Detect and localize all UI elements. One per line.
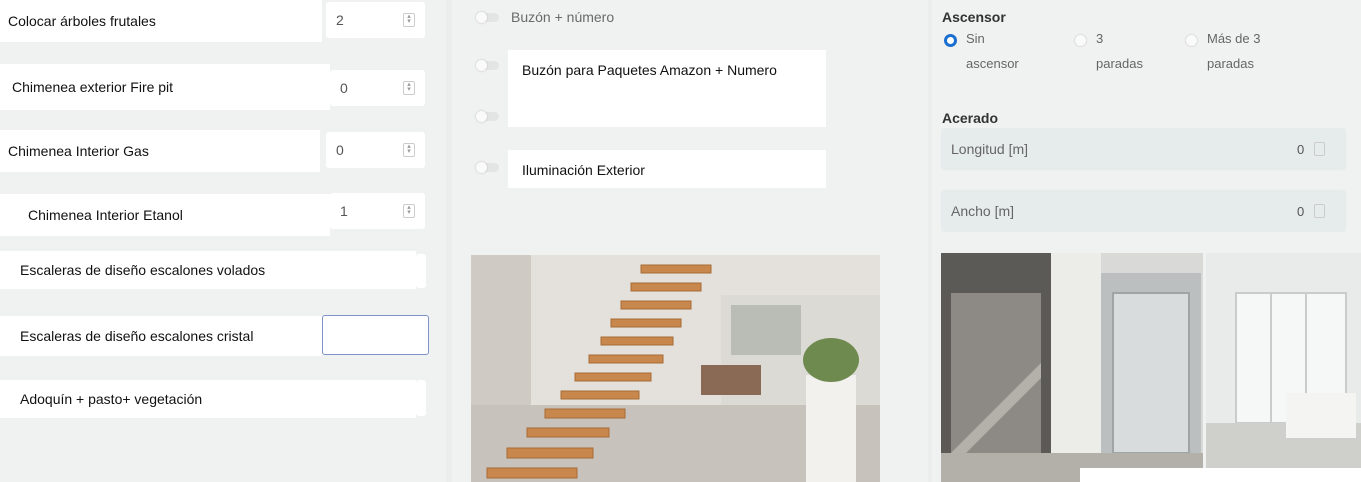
acerado-heading: Acerado xyxy=(942,110,999,126)
iluminacion-toggle[interactable] xyxy=(476,162,499,173)
stepper-arrows-icon[interactable]: ▴ ▾ xyxy=(403,81,415,95)
adoquin-input[interactable] xyxy=(416,380,426,416)
amazon-toggle[interactable] xyxy=(476,60,499,71)
option-label-arboles: Colocar árboles frutales xyxy=(0,0,322,42)
radio-label-mas-line2: paradas xyxy=(1207,56,1254,71)
ancho-stepper-arrows-icon[interactable] xyxy=(1314,204,1325,218)
stepper-arrows-icon[interactable]: ▴ ▾ xyxy=(403,13,415,27)
staircase-photo xyxy=(471,255,880,482)
arboles-value: 2 xyxy=(336,12,344,28)
radio-label-3-line2: paradas xyxy=(1096,56,1143,71)
radio-label-sin-line1: Sin xyxy=(966,31,985,46)
option-label-adoquin: Adoquín + pasto+ vegetación xyxy=(0,380,416,418)
fire-pit-quantity-stepper[interactable]: 0 ▴ ▾ xyxy=(330,70,425,106)
radio-mas-de-3-paradas[interactable] xyxy=(1185,34,1198,47)
buzon-toggle[interactable] xyxy=(476,12,499,23)
arboles-quantity-stepper[interactable]: 2 ▴ ▾ xyxy=(326,2,425,38)
stepper-arrows-icon[interactable]: ▴ ▾ xyxy=(403,143,415,157)
option-label-fire-pit: Chimenea exterior Fire pit xyxy=(0,64,330,110)
escaleras-volados-input[interactable] xyxy=(416,254,426,288)
chimenea-etanol-value: 1 xyxy=(340,203,348,219)
radio-sin-ascensor[interactable] xyxy=(944,34,957,47)
elevator-photo xyxy=(941,253,1203,482)
longitud-field[interactable]: Longitud [m] xyxy=(941,128,1346,170)
option-label-escaleras-cristal: Escaleras de diseño escalones cristal xyxy=(0,316,322,356)
iluminacion-label: Iluminación Exterior xyxy=(508,150,826,188)
radio-label-3-line1: 3 xyxy=(1096,31,1104,46)
ancho-field[interactable]: Ancho [m] xyxy=(941,190,1346,232)
longitud-value: 0 xyxy=(1297,142,1305,157)
interior-photo xyxy=(1206,253,1361,482)
stepper-arrows-icon[interactable]: ▴ ▾ xyxy=(403,204,415,218)
ancho-value: 0 xyxy=(1297,204,1305,219)
chimenea-gas-quantity-stepper[interactable]: 0 ▴ ▾ xyxy=(326,132,425,168)
escaleras-cristal-input[interactable] xyxy=(322,315,429,355)
amazon-secondary-toggle[interactable] xyxy=(476,111,499,122)
chimenea-gas-value: 0 xyxy=(336,142,344,158)
option-label-chimenea-etanol: Chimenea Interior Etanol xyxy=(0,194,330,236)
overlay-strip xyxy=(1080,468,1361,482)
radio-label-sin-line2: ascensor xyxy=(966,56,1019,71)
amazon-label: Buzón para Paquetes Amazon + Numero xyxy=(508,50,826,127)
ascensor-heading: Ascensor xyxy=(942,9,1006,25)
longitud-stepper-arrows-icon[interactable] xyxy=(1314,142,1325,156)
longitud-label: Longitud [m] xyxy=(951,141,1029,157)
option-label-escaleras-volados: Escaleras de diseño escalones volados xyxy=(0,251,416,289)
fire-pit-value: 0 xyxy=(340,80,348,96)
ancho-label: Ancho [m] xyxy=(951,203,1015,219)
buzon-label: Buzón + número xyxy=(511,9,615,25)
option-label-chimenea-gas: Chimenea Interior Gas xyxy=(0,130,320,172)
radio-3-paradas[interactable] xyxy=(1074,34,1087,47)
chimenea-etanol-quantity-stepper[interactable]: 1 ▴ ▾ xyxy=(330,193,425,229)
radio-label-mas-line1: Más de 3 xyxy=(1207,31,1261,46)
